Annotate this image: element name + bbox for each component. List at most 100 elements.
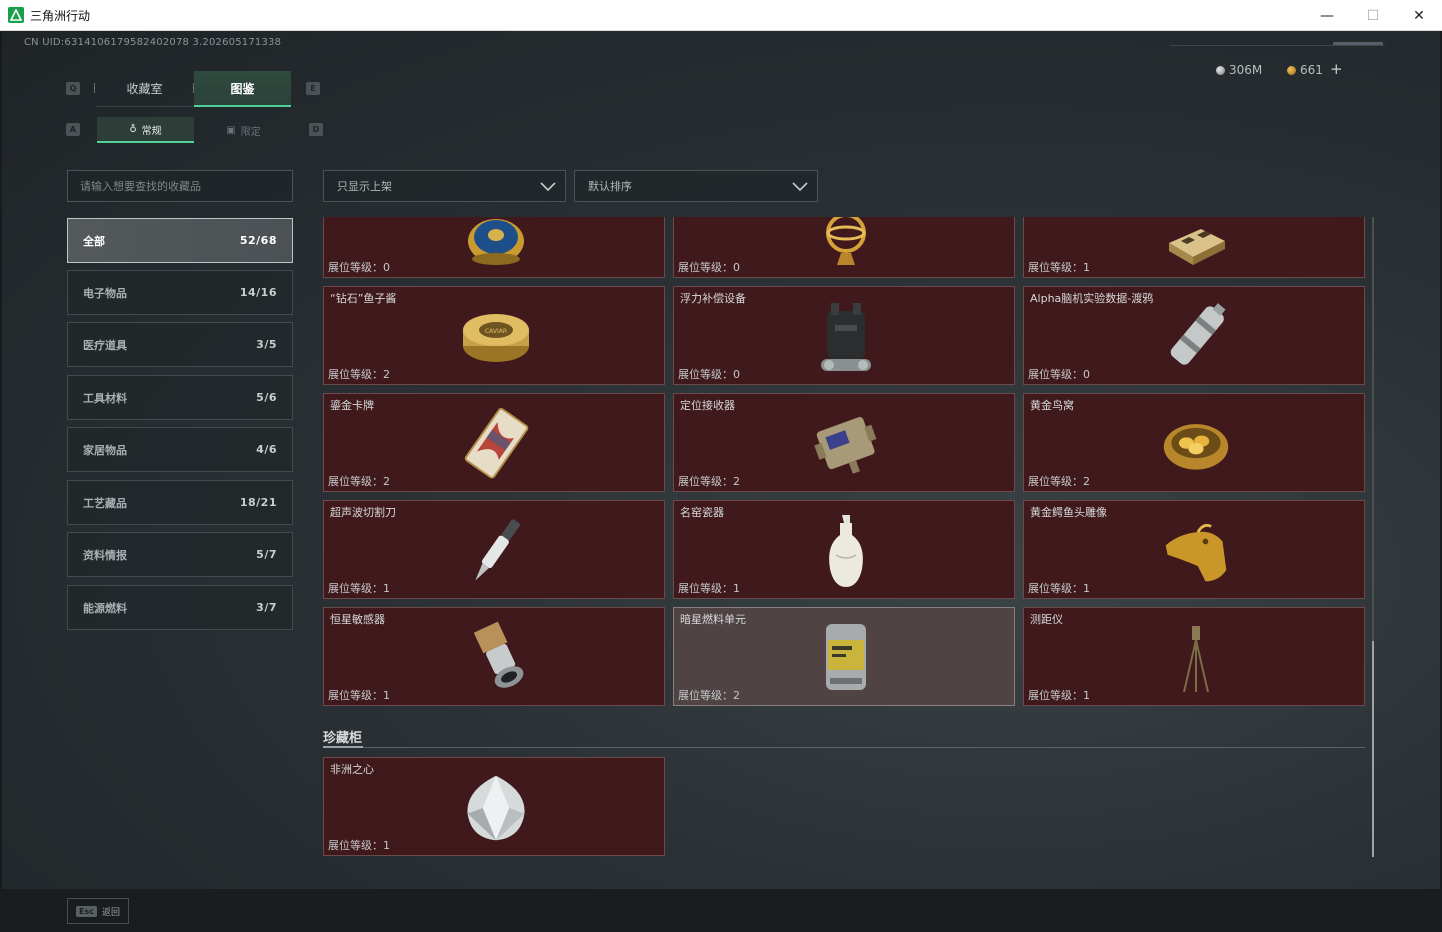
item-name: 暗星燃料单元 <box>680 613 746 626</box>
category-count: 5/6 <box>256 391 277 404</box>
item-card-selected[interactable]: 暗星燃料单元 展位等级：2 <box>673 607 1015 706</box>
category-label: 电子物品 <box>83 286 127 300</box>
item-level: 展位等级：1 <box>1028 582 1090 595</box>
chevron-down-icon <box>540 182 556 192</box>
buoyancy-device-icon <box>810 297 882 377</box>
add-currency-button[interactable]: + <box>1330 60 1343 78</box>
item-grid: 展位等级：0 展位等级：0 展位等级：1 CAVIAR “钻石”鱼子酱 展位等级… <box>323 217 1368 707</box>
sort-value: 默认排序 <box>588 180 632 193</box>
category-count: 3/7 <box>256 601 277 614</box>
subtab-normal[interactable]: ♁ 常规 <box>97 117 194 143</box>
item-card[interactable]: 超声波切割刀 展位等级：1 <box>323 500 665 599</box>
window-title: 三角洲行动 <box>30 8 91 23</box>
item-level: 展位等级：2 <box>678 475 740 488</box>
item-name: 非洲之心 <box>330 763 374 776</box>
shelf-filter-value: 只显示上架 <box>337 180 392 193</box>
search-input[interactable]: 请输入想要查找的收藏品 <box>67 170 293 202</box>
category-label: 能源燃料 <box>83 601 127 615</box>
subtab-normal-label: 常规 <box>141 125 162 137</box>
item-card[interactable]: 鎏金卡牌 展位等级：2 <box>323 393 665 492</box>
item-level: 展位等级：2 <box>678 689 740 702</box>
item-name: 恒星敏感器 <box>330 613 385 626</box>
player-uid: CN UID:6314106179582402078 3.20260517133… <box>24 37 282 48</box>
item-card[interactable]: 定位接收器 展位等级：2 <box>673 393 1015 492</box>
section-divider-accent <box>323 746 363 748</box>
footer-bar <box>0 889 1442 932</box>
item-level: 展位等级：0 <box>328 261 390 274</box>
back-button[interactable]: Esc 返回 <box>67 898 129 924</box>
item-level: 展位等级：2 <box>328 475 390 488</box>
item-card[interactable]: 黄金鸟窝 展位等级：2 <box>1023 393 1365 492</box>
close-button[interactable]: ✕ <box>1396 0 1442 31</box>
gilded-card-icon <box>460 404 532 484</box>
item-card[interactable]: CAVIAR “钻石”鱼子酱 展位等级：2 <box>323 286 665 385</box>
item-level: 展位等级：1 <box>1028 689 1090 702</box>
item-card[interactable]: Alpha脑机实验数据-渡鸦 展位等级：0 <box>1023 286 1365 385</box>
scrollbar-thumb[interactable] <box>1372 641 1374 857</box>
category-label: 家居物品 <box>83 443 127 457</box>
esc-key-hint: Esc <box>76 905 97 917</box>
maximize-button[interactable]: ☐ <box>1350 0 1396 31</box>
sort-dropdown[interactable]: 默认排序 <box>574 170 818 202</box>
flask-icon: ♁ <box>129 123 137 135</box>
category-label: 医疗道具 <box>83 338 127 352</box>
item-name: 测距仪 <box>1030 613 1063 626</box>
item-card[interactable]: 恒星敏感器 展位等级：1 <box>323 607 665 706</box>
category-medical[interactable]: 医疗道具 3/5 <box>67 322 293 367</box>
category-label: 工艺藏品 <box>83 496 127 510</box>
item-level: 展位等级：1 <box>328 839 390 852</box>
image-frame-icon: ▣ <box>226 124 236 136</box>
category-household[interactable]: 家居物品 4/6 <box>67 427 293 472</box>
game-viewport: CN UID:6314106179582402078 3.20260517133… <box>0 31 1442 932</box>
item-name: 黄金鸟窝 <box>1030 399 1074 412</box>
edge-left <box>0 31 2 932</box>
treasure-item-card[interactable]: 非洲之心 展位等级：1 <box>323 757 665 856</box>
category-tools[interactable]: 工具材料 5/6 <box>67 375 293 420</box>
category-count: 14/16 <box>239 286 277 299</box>
top-divider <box>1170 45 1385 46</box>
subtab-limited[interactable]: ▣ 限定 <box>195 117 292 143</box>
item-level: 展位等级：0 <box>678 368 740 381</box>
key-hint-e: E <box>306 82 320 95</box>
minimize-button[interactable]: — <box>1304 0 1350 31</box>
category-crafts[interactable]: 工艺藏品 18/21 <box>67 480 293 525</box>
item-card[interactable]: 展位等级：1 <box>1023 217 1365 278</box>
ultrasonic-knife-icon <box>460 511 532 591</box>
item-level: 展位等级：0 <box>678 261 740 274</box>
category-electronics[interactable]: 电子物品 14/16 <box>67 270 293 315</box>
section-divider <box>323 747 1365 748</box>
chess-box-icon <box>1160 217 1232 270</box>
category-intel[interactable]: 资料情报 5/7 <box>67 532 293 577</box>
item-level: 展位等级：0 <box>1028 368 1090 381</box>
item-name: 鎏金卡牌 <box>330 399 374 412</box>
item-level: 展位等级：1 <box>328 689 390 702</box>
silver-coin-icon <box>1216 65 1225 75</box>
tab-collection-room[interactable]: 收藏室 <box>96 71 193 107</box>
item-card[interactable]: 测距仪 展位等级：1 <box>1023 607 1365 706</box>
item-name: “钻石”鱼子酱 <box>330 292 397 305</box>
item-name: 定位接收器 <box>680 399 735 412</box>
item-card[interactable]: 黄金鳄鱼头雕像 展位等级：1 <box>1023 500 1365 599</box>
item-level: 展位等级：2 <box>1028 475 1090 488</box>
golden-nest-icon <box>1160 404 1232 484</box>
item-level: 展位等级：2 <box>328 368 390 381</box>
jeweled-egg-icon <box>460 217 532 270</box>
category-all[interactable]: 全部 52/68 <box>67 218 293 263</box>
currency-gold-value: 661 <box>1300 63 1323 77</box>
item-name: 超声波切割刀 <box>330 506 396 519</box>
currency-silver-value: 306M <box>1229 63 1263 77</box>
key-hint-d: D <box>309 123 323 136</box>
treasure-section-title: 珍藏柜 <box>323 731 363 746</box>
item-level: 展位等级：1 <box>328 582 390 595</box>
item-card[interactable]: 展位等级：0 <box>323 217 665 278</box>
caviar-tin-icon: CAVIAR <box>460 297 532 377</box>
item-card[interactable]: 名窑瓷器 展位等级：1 <box>673 500 1015 599</box>
tab-codex[interactable]: 图鉴 <box>194 71 291 107</box>
category-fuel[interactable]: 能源燃料 3/7 <box>67 585 293 630</box>
item-card[interactable]: 浮力补偿设备 展位等级：0 <box>673 286 1015 385</box>
gold-crocodile-head-icon <box>1160 511 1232 591</box>
item-card[interactable]: 展位等级：0 <box>673 217 1015 278</box>
item-level: 展位等级：1 <box>1028 261 1090 274</box>
shelf-filter-dropdown[interactable]: 只显示上架 <box>323 170 566 202</box>
item-name: 黄金鳄鱼头雕像 <box>1030 506 1107 519</box>
